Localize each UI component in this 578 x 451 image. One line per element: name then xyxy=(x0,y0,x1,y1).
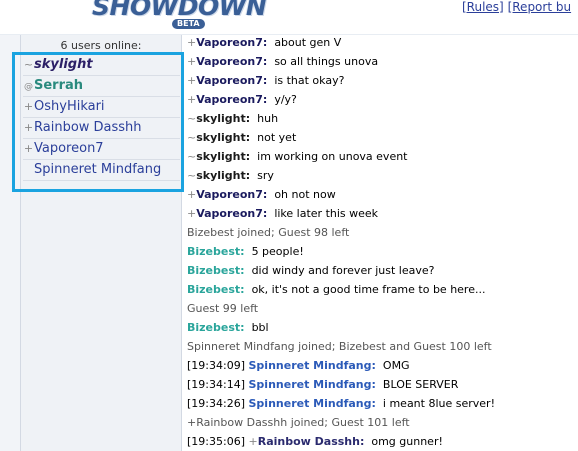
message-text: oh not now xyxy=(274,188,336,201)
chat-message: Bizebest: bbl xyxy=(187,318,578,337)
sender-group-symbol: + xyxy=(187,93,197,106)
message-text: huh xyxy=(257,112,279,125)
chat-notice: Bizebest joined; Guest 98 left xyxy=(187,223,578,242)
timestamp: [19:35:06] xyxy=(187,435,245,448)
chat-message: +Vaporeon7: about gen V xyxy=(187,33,578,52)
chat-message: [19:34:26] Spinneret Mindfang: i meant 8… xyxy=(187,394,578,413)
chat-message: ~skylight: not yet xyxy=(187,128,578,147)
chat-message: [19:34:09] Spinneret Mindfang: OMG xyxy=(187,356,578,375)
logo-text: SHOWDOWN xyxy=(92,0,267,21)
sender-name[interactable]: Vaporeon7: xyxy=(196,55,267,68)
timestamp: [19:34:14] xyxy=(187,378,245,391)
chat-message: +Vaporeon7: oh not now xyxy=(187,185,578,204)
message-text: so all things unova xyxy=(274,55,379,68)
message-text: BLOE SERVER xyxy=(382,378,459,391)
message-text: not yet xyxy=(257,131,297,144)
message-text: about gen V xyxy=(274,36,342,49)
users-online-count: 6 users online: xyxy=(60,39,142,52)
chat-message: [19:35:06] +Rainbow Dasshh: omg gunner! xyxy=(187,432,578,451)
sender-group-symbol: ~ xyxy=(187,112,197,125)
chat-message: +Vaporeon7: so all things unova xyxy=(187,52,578,71)
message-text: is that okay? xyxy=(274,74,345,87)
sender-group-symbol: + xyxy=(187,207,197,220)
message-text: omg gunner! xyxy=(371,435,443,448)
notice-text: Bizebest joined; Guest 98 left xyxy=(187,226,350,239)
chat-message: +Vaporeon7: is that okay? xyxy=(187,71,578,90)
sender-name[interactable]: Rainbow Dasshh: xyxy=(258,435,365,448)
chat-message: Bizebest: ok, it's not a good time frame… xyxy=(187,280,578,299)
sender-name[interactable]: Bizebest: xyxy=(187,245,245,258)
rules-link[interactable]: [Rules] xyxy=(462,0,504,14)
chat-message: +Vaporeon7: like later this week xyxy=(187,204,578,223)
sender-name[interactable]: Spinneret Mindfang: xyxy=(249,397,376,410)
chat-message: Bizebest: did windy and forever just lea… xyxy=(187,261,578,280)
message-text: i meant 8lue server! xyxy=(382,397,495,410)
message-text: sry xyxy=(257,169,274,182)
logo-beta-badge: BETA xyxy=(172,19,205,29)
sender-name[interactable]: skylight: xyxy=(196,131,250,144)
chat-message: [19:34:14] Spinneret Mindfang: BLOE SERV… xyxy=(187,375,578,394)
chat-message: ~skylight: sry xyxy=(187,166,578,185)
header: SHOWDOWN BETA [Rules] [Report bu xyxy=(0,0,578,35)
chat-notice: +Rainbow Dasshh joined; Guest 101 left xyxy=(187,413,578,432)
message-text: OMG xyxy=(382,359,410,372)
chat-log: +Vaporeon7: about gen V +Vaporeon7: so al… xyxy=(187,33,578,451)
message-text: bbl xyxy=(251,321,269,334)
message-text: did windy and forever just leave? xyxy=(251,264,435,277)
chat-notice: Spinneret Mindfang joined; Bizebest and … xyxy=(187,337,578,356)
chat-message: ~skylight: im working on unova event xyxy=(187,147,578,166)
notice-text: Spinneret Mindfang joined; Bizebest and … xyxy=(187,340,492,353)
chat-notice: Guest 99 left xyxy=(187,299,578,318)
chat-message: ~skylight: huh xyxy=(187,109,578,128)
sender-name[interactable]: Bizebest: xyxy=(187,264,245,277)
sender-name[interactable]: Vaporeon7: xyxy=(196,188,267,201)
showdown-page: SHOWDOWN BETA [Rules] [Report bu 6 users… xyxy=(0,0,578,451)
sender-name[interactable]: Vaporeon7: xyxy=(196,207,267,220)
sender-group-symbol: + xyxy=(187,36,197,49)
sender-name[interactable]: Bizebest: xyxy=(187,321,245,334)
sender-name[interactable]: Spinneret Mindfang: xyxy=(249,359,376,372)
sender-name[interactable]: skylight: xyxy=(196,112,250,125)
sender-group-symbol: + xyxy=(187,188,197,201)
sender-name[interactable]: Vaporeon7: xyxy=(196,36,267,49)
sender-group-symbol: + xyxy=(248,435,258,448)
user-list-highlight xyxy=(12,52,184,192)
sender-name[interactable]: Vaporeon7: xyxy=(196,74,267,87)
sender-name[interactable]: Spinneret Mindfang: xyxy=(249,378,376,391)
timestamp: [19:34:26] xyxy=(187,397,245,410)
sender-group-symbol: ~ xyxy=(187,131,197,144)
sender-group-symbol: ~ xyxy=(187,169,197,182)
notice-text: +Rainbow Dasshh joined; Guest 101 left xyxy=(187,416,410,429)
sender-group-symbol: + xyxy=(187,74,197,87)
message-text: y/y? xyxy=(274,93,297,106)
message-text: ok, it's not a good time frame to be her… xyxy=(251,283,486,296)
sender-name[interactable]: Vaporeon7: xyxy=(196,93,267,106)
notice-text: Guest 99 left xyxy=(187,302,259,315)
sender-group-symbol: + xyxy=(187,55,197,68)
chat-message: +Vaporeon7: y/y? xyxy=(187,90,578,109)
sender-name[interactable]: skylight: xyxy=(196,150,250,163)
timestamp: [19:34:09] xyxy=(187,359,245,372)
sender-group-symbol: ~ xyxy=(187,150,197,163)
sender-name[interactable]: skylight: xyxy=(196,169,250,182)
header-links: [Rules] [Report bu xyxy=(462,0,571,14)
chat-message: Bizebest: 5 people! xyxy=(187,242,578,261)
report-bug-link[interactable]: [Report bu xyxy=(508,0,572,14)
sender-name[interactable]: Bizebest: xyxy=(187,283,245,296)
message-text: im working on unova event xyxy=(257,150,408,163)
message-text: like later this week xyxy=(274,207,379,220)
message-text: 5 people! xyxy=(251,245,304,258)
